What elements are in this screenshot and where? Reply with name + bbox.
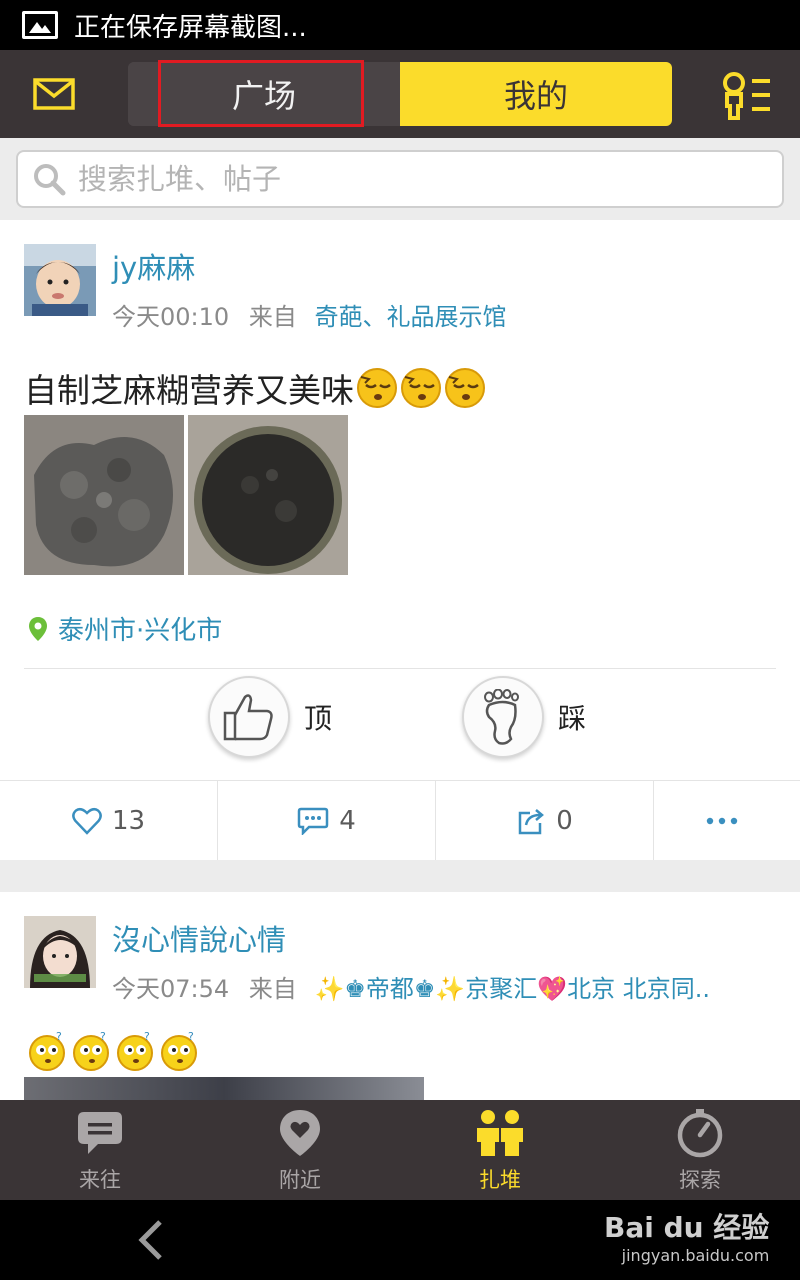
nav-laiwang[interactable]: 来往 (0, 1100, 200, 1200)
share-icon (518, 808, 545, 834)
thinking-emoji-icon: ? (161, 1030, 197, 1071)
post-time: 今天07:54 (112, 975, 230, 1003)
post-source-link[interactable]: 奇葩、礼品展示馆 (314, 303, 506, 331)
post-meta: 今天00:10 来自 奇葩、礼品展示馆 (112, 297, 506, 332)
post-time: 今天00:10 (112, 303, 230, 331)
search-area (0, 138, 800, 220)
group-icon (477, 1110, 523, 1156)
post-text-line: 自制芝麻糊营养又美味 (24, 364, 486, 412)
post-location[interactable]: 泰州市·兴化市 (28, 610, 222, 647)
post-separator (0, 860, 800, 892)
avatar[interactable] (24, 916, 96, 988)
watermark: Bai du 经验 jingyan.baidu.com (604, 1206, 769, 1265)
location-pin-icon (29, 616, 47, 641)
vote-up-label: 顶 (304, 702, 333, 735)
search-box (16, 150, 784, 208)
sleepy-emoji-icon (445, 368, 485, 408)
location-text: 泰州市·兴化市 (58, 616, 223, 646)
top-header: 广场 我的 (0, 50, 800, 138)
nav-label: 扎堆 (479, 1168, 521, 1192)
post-from-label: 来自 (248, 303, 297, 331)
share-button[interactable]: 0 (436, 781, 654, 860)
svg-text:?: ? (188, 1030, 194, 1043)
share-count: 0 (556, 805, 573, 836)
like-button[interactable]: 13 (0, 781, 218, 860)
bottom-nav: 来往 附近 扎堆 探索 (0, 1100, 800, 1200)
svg-text:?: ? (144, 1030, 150, 1043)
svg-text:?: ? (56, 1030, 62, 1043)
screenshot-image-icon (22, 11, 58, 39)
post-image[interactable] (188, 415, 348, 575)
profile-menu-button[interactable] (720, 68, 776, 122)
search-icon (34, 164, 66, 196)
comment-count: 4 (339, 805, 356, 836)
heart-icon (72, 807, 102, 835)
nav-explore[interactable]: 探索 (600, 1100, 800, 1200)
sleepy-emoji-icon (357, 368, 397, 408)
search-input[interactable] (78, 162, 758, 196)
vote-down-button[interactable]: 踩 (462, 676, 586, 758)
compass-icon (677, 1109, 723, 1158)
nav-zhadui[interactable]: 扎堆 (400, 1100, 600, 1200)
post-from-label: 来自 (248, 975, 297, 1003)
mail-icon (33, 78, 75, 110)
thinking-emoji-icon: ? (29, 1030, 65, 1071)
like-count: 13 (111, 805, 146, 836)
status-bar: 正在保存屏幕截图... (0, 0, 800, 50)
watermark-url: jingyan.baidu.com (621, 1246, 770, 1265)
comment-button[interactable]: 4 (218, 781, 436, 860)
tab-highlight-annotation (158, 60, 364, 127)
thinking-emoji-icon: ? (73, 1030, 109, 1071)
status-text: 正在保存屏幕截图... (74, 12, 307, 43)
profile-list-icon (723, 72, 770, 120)
divider (24, 668, 776, 669)
thumbs-up-icon (208, 676, 290, 758)
vote-up-button[interactable]: 顶 (208, 676, 332, 758)
sleepy-emoji-icon (401, 368, 441, 408)
nav-label: 探索 (679, 1168, 721, 1192)
post-username[interactable]: jy麻麻 (112, 245, 195, 287)
vote-down-label: 踩 (558, 702, 587, 735)
post-username[interactable]: 沒心情說心情 (112, 917, 286, 959)
post-action-bar: 13 4 0 (0, 780, 800, 860)
watermark-brand: Bai du 经验 (604, 1211, 770, 1244)
post-emoji-line: ? ? ? ? (24, 1030, 200, 1072)
more-dots-icon (706, 817, 738, 824)
post-meta: 今天07:54 来自 ✨♚帝都♚✨京聚汇💖北京 北京同.. (112, 969, 710, 1004)
post-source-link[interactable]: ✨♚帝都♚✨京聚汇💖北京 北京同.. (314, 975, 710, 1003)
comment-bubble-icon (297, 807, 329, 835)
footprint-icon (462, 676, 544, 758)
location-heart-icon (280, 1110, 320, 1156)
mail-button[interactable] (24, 70, 84, 118)
post-text: 自制芝麻糊营养又美味 (24, 371, 354, 410)
nav-nearby[interactable]: 附近 (200, 1100, 400, 1200)
back-arrow-icon[interactable] (130, 1218, 174, 1262)
nav-label: 附近 (279, 1168, 321, 1192)
tab-mine[interactable]: 我的 (400, 62, 672, 126)
post-image[interactable] (24, 1077, 424, 1100)
more-button[interactable] (654, 781, 800, 860)
post-image[interactable] (24, 415, 184, 575)
chat-bubble-icon (78, 1112, 122, 1154)
avatar[interactable] (24, 244, 96, 316)
svg-text:?: ? (100, 1030, 106, 1043)
nav-label: 来往 (79, 1168, 121, 1192)
thinking-emoji-icon: ? (117, 1030, 153, 1071)
